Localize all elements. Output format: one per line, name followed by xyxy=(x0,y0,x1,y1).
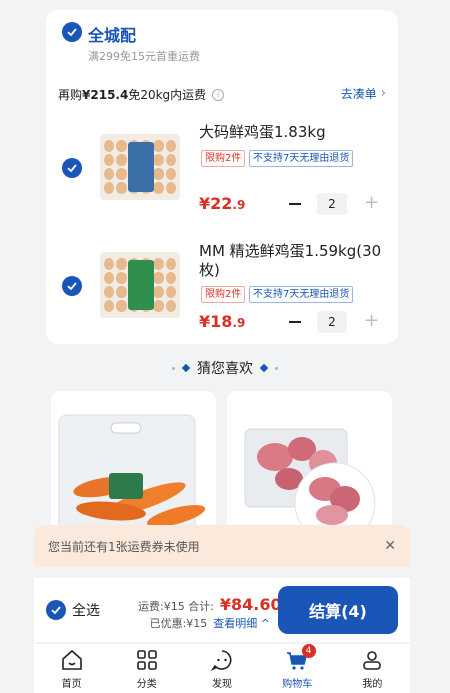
total-price: ¥84.60 xyxy=(219,595,282,614)
product-2-name[interactable]: MM 精选鲜鸡蛋1.59kg(30枚) xyxy=(199,242,389,280)
check-icon xyxy=(51,606,61,615)
discover-icon xyxy=(210,650,232,672)
tab-discover[interactable]: 发现 xyxy=(184,644,259,693)
fee-label: 运费:¥15 合计: xyxy=(138,600,214,613)
pork-tray-image xyxy=(244,428,376,531)
toast-text: 您当前还有1张运费券未使用 xyxy=(48,539,200,554)
shipping-amount: ¥215.4 xyxy=(82,87,129,102)
cart-count-badge: 4 xyxy=(301,644,316,658)
product-1-minus-button[interactable] xyxy=(289,203,301,205)
check-icon xyxy=(67,28,77,37)
product-label xyxy=(128,142,154,192)
product-1-checkbox[interactable] xyxy=(62,158,82,178)
product-1-plus-button[interactable]: + xyxy=(364,194,379,212)
deco-diamond-icon xyxy=(259,363,269,373)
deco-dot xyxy=(172,366,175,370)
shipping-suffix: 免20kg内运费 xyxy=(128,88,207,102)
select-all-checkbox[interactable] xyxy=(46,600,66,620)
deco-diamond-icon xyxy=(181,363,191,373)
chevron-up-icon: ^ xyxy=(260,617,270,630)
detail-link-label: 查看明细 xyxy=(213,617,258,630)
tab-cart[interactable]: 4 购物车 xyxy=(260,644,335,693)
recommend-header: 猜您喜欢 xyxy=(0,358,450,378)
tab-category[interactable]: 分类 xyxy=(109,644,184,693)
coupon-toast: 您当前还有1张运费券未使用 ✕ xyxy=(34,525,410,567)
profile-icon xyxy=(363,651,382,670)
home-icon xyxy=(61,649,82,670)
checkout-button[interactable]: 结算(4) xyxy=(278,586,398,634)
product-1-return-tag: 不支持7天无理由退货 xyxy=(249,150,354,167)
product-1-name[interactable]: 大码鲜鸡蛋1.83kg xyxy=(199,123,389,142)
tab-label: 分类 xyxy=(136,679,157,690)
product-2-price: ¥18.9 xyxy=(199,312,245,331)
product-2-plus-button[interactable]: + xyxy=(364,312,379,330)
deco-dot xyxy=(275,366,278,370)
shop-subtitle: 满299免15元首重运费 xyxy=(88,50,200,63)
discount-label: 已优惠:¥15 xyxy=(149,617,208,630)
tab-label: 我的 xyxy=(362,679,383,690)
product-2-return-tag: 不支持7天无理由退货 xyxy=(249,286,354,303)
chevron-right-icon: › xyxy=(380,86,386,101)
shop-title: 全城配 xyxy=(88,26,137,45)
shipping-prefix: 再购 xyxy=(58,88,83,102)
product-2-image[interactable] xyxy=(100,252,180,318)
price-dec: .9 xyxy=(232,316,246,330)
goto-add-items-link[interactable]: 去凑单 › xyxy=(341,85,386,102)
checkout-bar: 全选 运费:¥15 合计: ¥84.60 已优惠:¥15 查看明细 ^ 结算(4) xyxy=(34,578,410,642)
price-int: ¥22 xyxy=(199,194,233,213)
product-1-qty[interactable]: 2 xyxy=(317,193,347,215)
recommend-item-pork[interactable] xyxy=(227,391,392,531)
bottom-tab-bar: 首页 分类 发现 4 购物车 我的 xyxy=(34,644,410,693)
tab-home[interactable]: 首页 xyxy=(34,644,109,693)
product-label xyxy=(128,260,154,310)
tab-label: 首页 xyxy=(61,679,82,690)
carrot-bag-image xyxy=(58,414,206,531)
tab-label: 发现 xyxy=(212,679,232,690)
recommend-item-carrots[interactable] xyxy=(51,391,216,531)
check-icon xyxy=(67,164,77,173)
category-icon xyxy=(136,650,157,670)
product-2-qty[interactable]: 2 xyxy=(317,311,347,333)
tab-profile[interactable]: 我的 xyxy=(335,644,410,693)
product-1-price: ¥22.9 xyxy=(199,194,245,213)
cart-shop-card: 全城配 满299免15元首重运费 再购 ¥215.4 免20kg内运费 i 去凑单 ›… xyxy=(46,10,398,344)
recommend-title: 猜您喜欢 xyxy=(197,361,253,377)
product-2-checkbox[interactable] xyxy=(62,276,82,296)
price-dec: .9 xyxy=(232,198,246,212)
close-icon[interactable]: ✕ xyxy=(384,538,396,554)
goto-label: 去凑单 xyxy=(340,87,377,101)
shipping-hint: 再购 ¥215.4 免20kg内运费 i xyxy=(58,86,225,103)
fee-summary: 运费:¥15 合计: ¥84.60 xyxy=(138,595,282,614)
select-all-label[interactable]: 全选 xyxy=(72,600,100,620)
discount-summary: 已优惠:¥15 查看明细 ^ xyxy=(150,615,270,631)
detail-link[interactable]: 查看明细 ^ xyxy=(213,617,270,630)
product-1-image[interactable] xyxy=(100,134,180,200)
product-1-limit-tag: 限购2件 xyxy=(201,150,246,167)
info-icon[interactable]: i xyxy=(212,88,225,101)
check-icon xyxy=(67,282,77,291)
product-2-minus-button[interactable] xyxy=(289,321,301,323)
price-int: ¥18 xyxy=(199,312,233,331)
tab-label: 购物车 xyxy=(282,679,313,690)
shop-select-checkbox[interactable] xyxy=(62,22,82,42)
product-2-limit-tag: 限购2件 xyxy=(201,286,246,303)
